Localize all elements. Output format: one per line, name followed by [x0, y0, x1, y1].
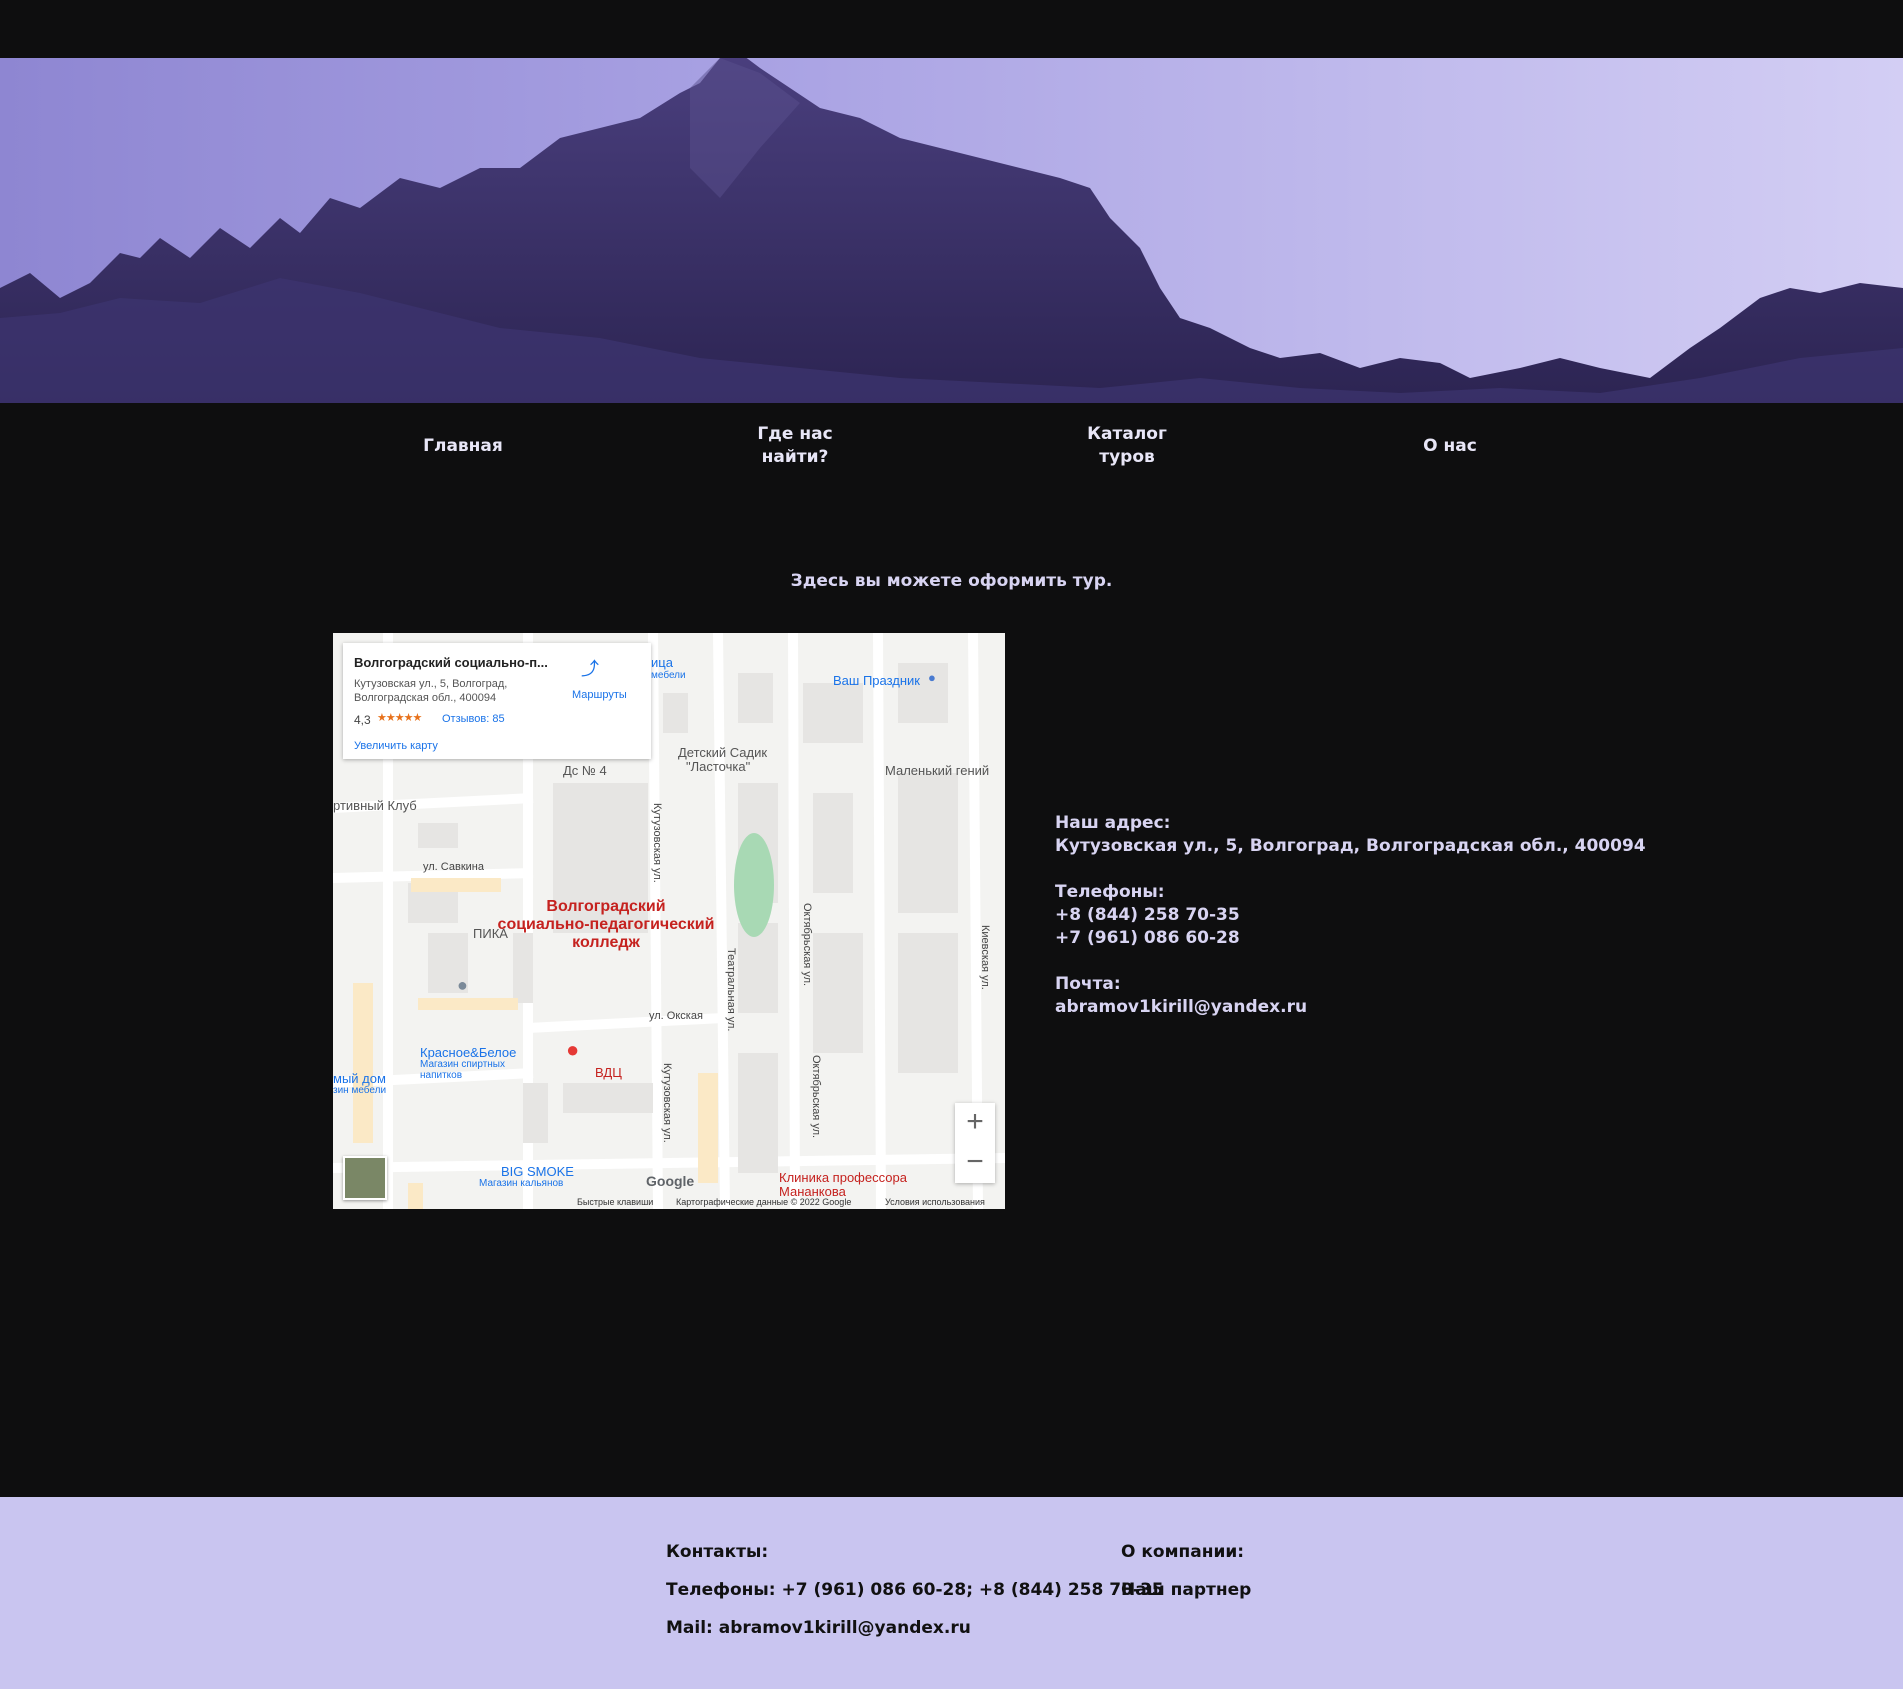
footer-company-column: О компании: Наш партнер [1121, 1533, 1251, 1609]
directions-link[interactable]: Маршруты [572, 689, 627, 701]
footer: Контакты: Телефоны: +7 (961) 086 60-28; … [0, 1497, 1903, 1689]
embedded-google-map[interactable]: Волгоградский социально-п... Кутузовская… [333, 633, 1005, 1209]
street-kutuzovskaya-label-1: Кутузовская ул. [651, 803, 663, 883]
place-address-line1: Кутузовская ул., 5, Волгоград, [354, 678, 508, 690]
college-label-line2: социально-педагогический [497, 916, 715, 933]
address-value: Кутузовская ул., 5, Волгоград, Волгоград… [1055, 836, 1646, 856]
street-kutuzovskaya-label-2: Кутузовская ул. [661, 1063, 673, 1143]
street-teatralnaya-label: Театральная ул. [725, 948, 737, 1032]
place-rating: 4,3 [354, 713, 371, 727]
mail-label: Почта: [1055, 974, 1121, 994]
phones-label: Телефоны: [1055, 882, 1165, 902]
nav-catalog-line2: туров [1099, 447, 1155, 467]
street-okskaya-label: ул. Окская [649, 1010, 703, 1022]
street-kievskaya-label: Киевская ул. [979, 925, 991, 990]
zoom-controls: + − [955, 1103, 995, 1183]
place-address-line2: Волгоградская обл., 400094 [354, 692, 497, 704]
poi-kindergarten-label-2: "Ласточка" [686, 759, 751, 774]
poi-mebeli-label: мебели [651, 670, 686, 681]
place-title[interactable]: Волгоградский социально-п... [354, 655, 548, 670]
footer-contacts-column: Контакты: Телефоны: +7 (961) 086 60-28; … [666, 1533, 1164, 1647]
poi-sport-club-label: ртивный Клуб [333, 798, 417, 813]
zoom-out-button[interactable]: − [955, 1143, 995, 1183]
phone-2[interactable]: +7 (961) 086 60-28 [1055, 927, 1646, 950]
directions-icon[interactable]: ⤴ [581, 655, 599, 681]
nav-home-label: Главная [423, 436, 503, 456]
poi-kb-label-1[interactable]: Красное&Белое [420, 1045, 516, 1060]
place-info-card: Волгоградский социально-п... Кутузовская… [343, 643, 651, 759]
main-nav: Главная Где нас найти? Каталог туров О н… [0, 403, 1903, 493]
poi-furniture-label-1: мый дом [333, 1071, 386, 1086]
footer-phones: Телефоны: +7 (961) 086 60-28; +8 (844) 2… [666, 1580, 1164, 1600]
nav-about-label: О нас [1423, 436, 1477, 456]
phone-1[interactable]: +8 (844) 258 70-35 [1055, 904, 1646, 927]
nav-where-line2: найти? [761, 447, 829, 467]
page-tagline: Здесь вы можете оформить тур. [790, 571, 1113, 591]
college-label-line3: колледж [572, 934, 640, 951]
poi-clinic-label-1[interactable]: Клиника профессора [779, 1170, 907, 1185]
poi-vdc-pin-icon[interactable]: ● [566, 1037, 579, 1063]
map-shortcuts-link[interactable]: Быстрые клавиши [577, 1197, 653, 1207]
address-label: Наш адрес: [1055, 813, 1171, 833]
nav-home[interactable]: Главная [393, 435, 533, 458]
map-data-attribution: Картографические данные © 2022 Google [676, 1197, 852, 1207]
poi-pika-pin-icon: ● [457, 975, 468, 995]
poi-genius-label: Маленький гений [885, 763, 990, 778]
footer-mail[interactable]: Mail: abramov1kirill@yandex.ru [666, 1609, 1164, 1647]
nav-catalog-line1: Каталог [1087, 424, 1167, 444]
poi-pika-label: ПИКА [473, 926, 508, 941]
nav-where-line1: Где нас [757, 424, 833, 444]
satellite-toggle[interactable] [343, 1156, 387, 1200]
enlarge-map-link[interactable]: Увеличить карту [354, 740, 438, 752]
contact-info: Наш адрес: Кутузовская ул., 5, Волгоград… [1055, 812, 1646, 1019]
college-label-line1: Волгоградский [546, 898, 666, 915]
reviews-link[interactable]: Отзывов: 85 [442, 713, 505, 725]
footer-contacts-title: Контакты: [666, 1542, 769, 1562]
nav-where-find-us[interactable]: Где нас найти? [725, 423, 865, 469]
rating-stars-icon: ★★★★★ [377, 712, 422, 724]
top-bar [0, 0, 1903, 58]
hero-banner-mountain [0, 58, 1903, 403]
google-logo: Google [646, 1173, 695, 1189]
poi-pizza-label: ица [651, 655, 673, 670]
nav-tour-catalog[interactable]: Каталог туров [1057, 423, 1197, 469]
poi-bigsmoke-label-2: Магазин кальянов [479, 1178, 564, 1189]
street-savkina-label: ул. Савкина [423, 861, 484, 873]
poi-vdc-label[interactable]: ВДЦ [595, 1065, 622, 1080]
street-oktyabrskaya-label-1: Октябрьская ул. [801, 903, 813, 987]
nav-about[interactable]: О нас [1380, 435, 1520, 458]
poi-party-icon[interactable]: ● [928, 670, 936, 685]
mail-value[interactable]: abramov1kirill@yandex.ru [1055, 996, 1646, 1019]
mountain-illustration [0, 58, 1903, 403]
street-oktyabrskaya-label-2: Октябрьская ул. [810, 1055, 822, 1139]
zoom-in-button[interactable]: + [955, 1103, 995, 1143]
poi-kb-label-2: Магазин спиртных [420, 1059, 505, 1070]
map-terms-link[interactable]: Условия использования [885, 1197, 985, 1207]
poi-furniture-label-2: зин мебели [333, 1085, 387, 1096]
poi-kindergarten-label-1: Детский Садик [678, 745, 768, 760]
poi-ds4-label: Дс № 4 [563, 763, 607, 778]
poi-kb-label-3: напитков [420, 1070, 463, 1081]
poi-party-label[interactable]: Ваш Праздник [833, 673, 920, 688]
footer-company-title: О компании: [1121, 1542, 1245, 1562]
footer-partner-link[interactable]: Наш партнер [1121, 1571, 1251, 1609]
poi-bigsmoke-label-1[interactable]: BIG SMOKE [501, 1164, 574, 1179]
